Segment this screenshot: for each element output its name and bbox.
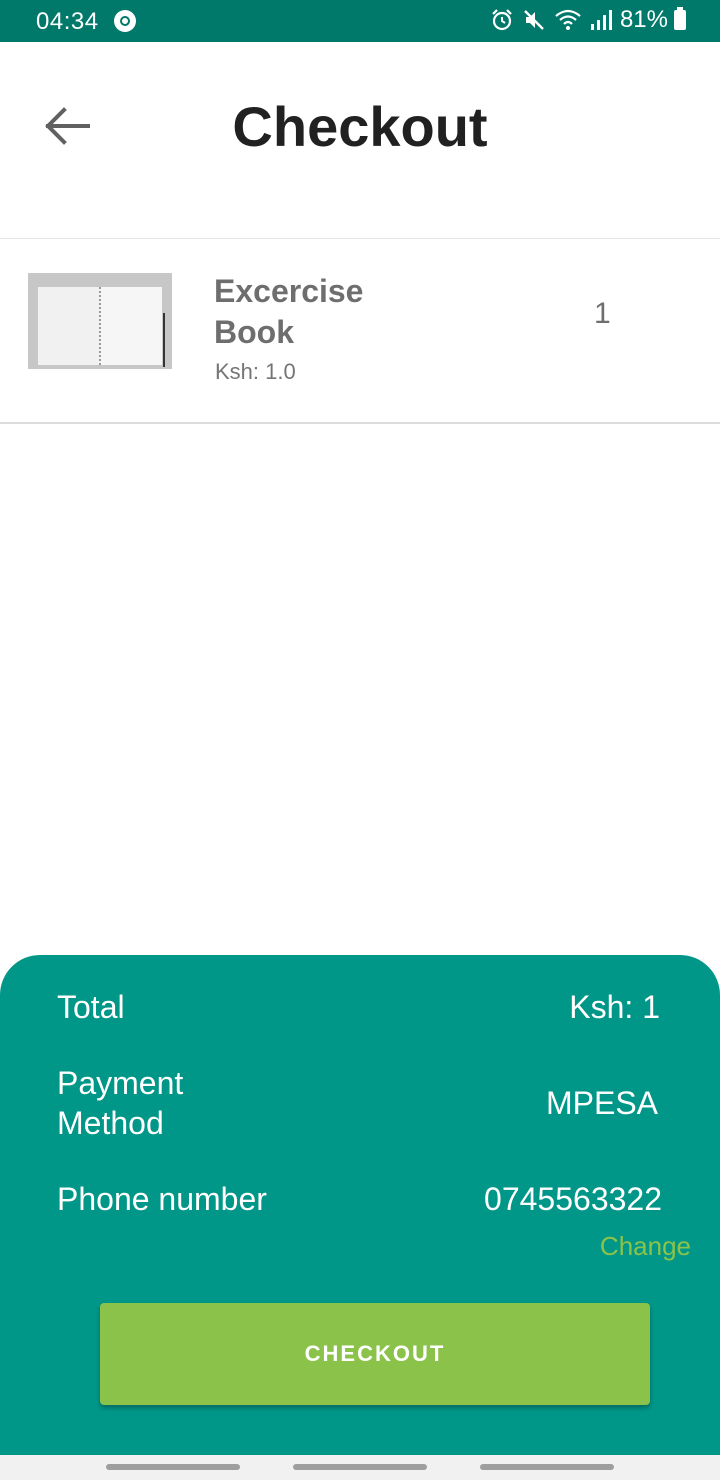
- item-name: Excercise Book: [214, 273, 364, 350]
- nav-recents-button[interactable]: [106, 1464, 240, 1470]
- checkout-button[interactable]: CHECKOUT: [100, 1303, 650, 1405]
- item-price: Ksh: 1.0: [215, 359, 296, 384]
- checkout-screen: 04:34 81% Checkout Excercise Book Ksh: 1…: [0, 0, 720, 1480]
- navigation-bar: [0, 1455, 720, 1480]
- signal-icon: [590, 8, 612, 32]
- wifi-icon: [554, 8, 582, 32]
- cart-item[interactable]: Excercise Book Ksh: 1.0 1: [0, 238, 720, 424]
- battery-percent: 81%: [619, 6, 668, 33]
- mute-icon: [522, 8, 546, 32]
- nav-home-button[interactable]: [293, 1464, 427, 1470]
- status-time: 04:34: [36, 8, 99, 35]
- total-label: Total: [57, 989, 125, 1025]
- status-bar: 04:34 81%: [0, 0, 720, 42]
- item-image: [28, 273, 172, 369]
- page-title: Checkout: [232, 95, 488, 158]
- app-bar: Checkout: [0, 42, 720, 238]
- order-summary-panel: Total Ksh: 1 Payment Method MPESA Phone …: [0, 955, 720, 1455]
- battery-icon: [674, 7, 686, 30]
- sync-icon: [114, 10, 136, 32]
- total-value: Ksh: 1: [569, 989, 660, 1025]
- nav-back-button[interactable]: [480, 1464, 614, 1470]
- status-icons: 81%: [482, 6, 686, 34]
- payment-method-label: Payment Method: [57, 1065, 184, 1141]
- phone-number-label: Phone number: [57, 1181, 267, 1217]
- alarm-icon: [490, 8, 514, 32]
- item-quantity: 1: [594, 297, 611, 330]
- change-phone-link[interactable]: Change: [600, 1231, 691, 1262]
- payment-method-value: MPESA: [545, 1085, 658, 1121]
- phone-number-value: 0745563322: [484, 1181, 662, 1217]
